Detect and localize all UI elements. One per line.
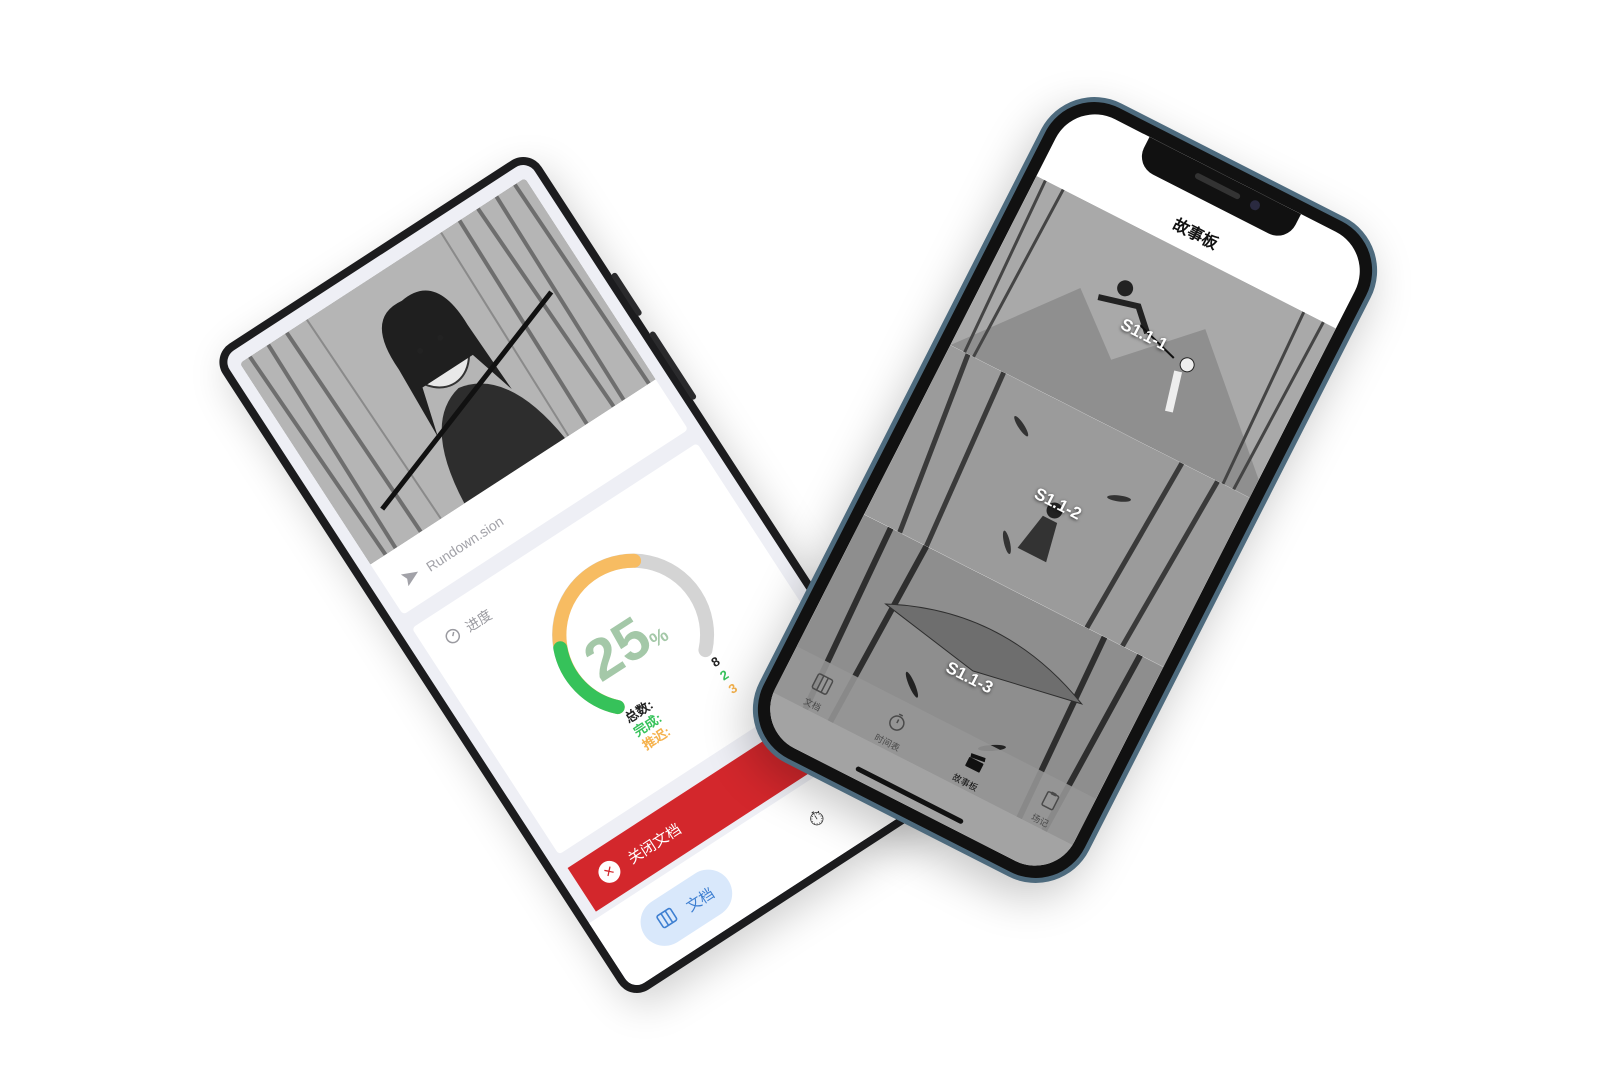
iphone-screen: 故事板 S1.1-1 S1.1-2 S1.1-3 文档 时间表 故事板 场记 [755, 99, 1375, 881]
tab-timer[interactable]: ⏱ [805, 806, 831, 834]
close-icon: ✕ [594, 856, 625, 888]
gauge-icon [441, 625, 465, 650]
progress-label: 进度 [462, 606, 495, 635]
columns-icon [654, 906, 681, 934]
front-camera [1248, 198, 1262, 212]
timer-icon [883, 709, 911, 738]
iphone: 故事板 S1.1-1 S1.1-2 S1.1-3 文档 时间表 故事板 场记 [732, 76, 1398, 904]
timer-icon: ⏱ [804, 805, 830, 833]
tab-documents[interactable]: 文档 [782, 671, 836, 751]
clipboard-icon [1036, 787, 1064, 816]
tab-script-notes[interactable]: 场记 [1010, 787, 1064, 867]
columns-icon [808, 671, 836, 700]
stat-value: 3 [725, 680, 741, 697]
tab-documents-label: 文档 [683, 884, 718, 916]
document-thumbnail [239, 177, 656, 565]
showcase-stage: Rundown.sion 进度 25% 总数: 8 完成: 2 推迟: 3 ✕ … [0, 0, 1600, 1067]
close-document-label: 关闭文档 [624, 820, 685, 868]
tab-label: 文档 [801, 696, 823, 714]
clapperboard-icon [961, 749, 989, 778]
tab-storyboard[interactable]: 故事板 [932, 747, 992, 831]
send-icon [400, 566, 424, 589]
progress-header: 进度 [441, 605, 496, 650]
tab-schedule[interactable]: 时间表 [854, 707, 914, 791]
tab-label: 场记 [1029, 812, 1051, 830]
